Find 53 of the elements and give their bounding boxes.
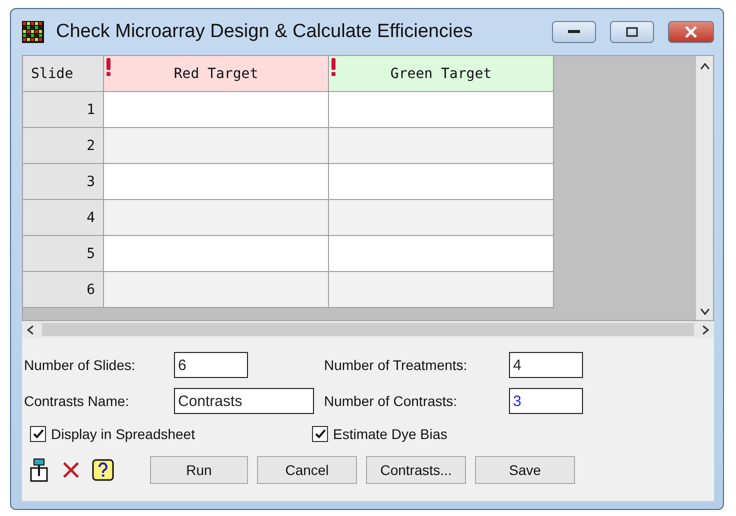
dialog-button[interactable]: Run [150, 456, 248, 484]
row-header[interactable]: 4 [23, 200, 104, 236]
input-field[interactable]: 4 [509, 352, 583, 378]
table-cell[interactable] [104, 92, 329, 128]
maximize-button[interactable] [610, 21, 654, 43]
scroll-left-icon[interactable] [26, 324, 34, 334]
column-header[interactable]: Slide [23, 56, 104, 92]
table-cell[interactable] [329, 164, 554, 200]
scroll-right-icon[interactable] [702, 324, 710, 334]
table-cell[interactable] [329, 200, 554, 236]
input-field[interactable]: 6 [174, 352, 248, 378]
field-label: Number of Treatments: [324, 357, 468, 373]
horizontal-scrollbar[interactable] [22, 321, 714, 338]
table-cell[interactable] [104, 200, 329, 236]
row-header[interactable]: 3 [23, 164, 104, 200]
table-cell[interactable] [329, 272, 554, 308]
row-header[interactable]: 5 [23, 236, 104, 272]
table-cell[interactable] [104, 128, 329, 164]
dialog-button[interactable]: Save [475, 456, 575, 484]
table-cell[interactable] [104, 164, 329, 200]
exclamation-icon [331, 58, 336, 76]
row-header[interactable]: 6 [23, 272, 104, 308]
field-label: Number of Slides: [24, 357, 136, 373]
close-icon [684, 26, 698, 38]
table-cell[interactable] [104, 236, 329, 272]
field-label: Number of Contrasts: [324, 393, 458, 409]
row-header[interactable]: 2 [23, 128, 104, 164]
exclamation-icon [106, 58, 111, 76]
checkbox[interactable] [312, 426, 328, 442]
scroll-down-icon[interactable] [700, 308, 710, 316]
checkbox[interactable] [30, 426, 46, 442]
table-cell[interactable] [104, 272, 329, 308]
window-title: Check Microarray Design & Calculate Efficiencies [56, 21, 474, 43]
row-header[interactable]: 1 [23, 92, 104, 128]
checkbox-label: Estimate Dye Bias [333, 426, 448, 442]
help-icon[interactable] [90, 457, 116, 483]
checkbox-label: Display in Spreadsheet [51, 426, 195, 442]
dialog-button[interactable]: Contrasts... [366, 456, 466, 484]
close-button[interactable] [668, 21, 714, 43]
field-label: Contrasts Name: [24, 393, 130, 409]
input-field[interactable]: Contrasts [174, 388, 314, 414]
table-cell[interactable] [329, 92, 554, 128]
input-field[interactable]: 3 [509, 388, 583, 414]
app-icon [22, 21, 44, 43]
column-header[interactable]: Red Target [104, 56, 329, 92]
dialog-button[interactable]: Cancel [257, 456, 357, 484]
minimize-button[interactable] [552, 21, 596, 43]
column-header[interactable]: Green Target [329, 56, 554, 92]
scroll-up-icon[interactable] [700, 62, 710, 70]
table-cell[interactable] [329, 128, 554, 164]
table-cell[interactable] [329, 236, 554, 272]
maximize-icon [626, 27, 638, 37]
minimize-icon [568, 30, 580, 34]
